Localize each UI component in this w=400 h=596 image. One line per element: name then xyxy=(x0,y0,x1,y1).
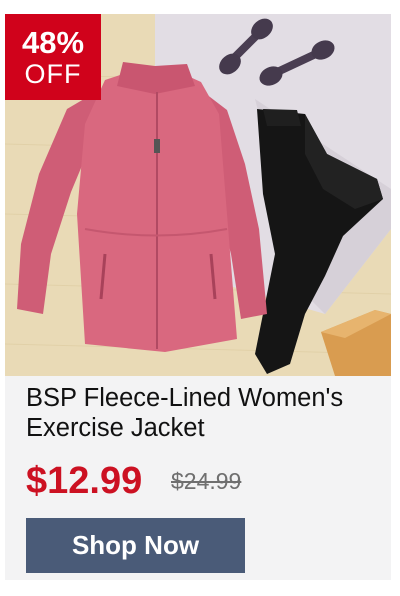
sale-price: $12.99 xyxy=(26,460,143,502)
original-price: $24.99 xyxy=(171,468,242,494)
shop-now-button[interactable]: Shop Now xyxy=(26,518,245,573)
discount-percent: 48% xyxy=(21,25,85,60)
discount-off-label: OFF xyxy=(24,59,82,89)
product-image[interactable]: 48% OFF xyxy=(5,14,391,376)
product-title[interactable]: BSP Fleece-Lined Women's Exercise Jacket xyxy=(26,383,376,443)
discount-badge: 48% OFF xyxy=(5,14,101,100)
product-card[interactable]: 48% OFF BSP Fleece-Lined Women's Exercis… xyxy=(5,14,391,580)
